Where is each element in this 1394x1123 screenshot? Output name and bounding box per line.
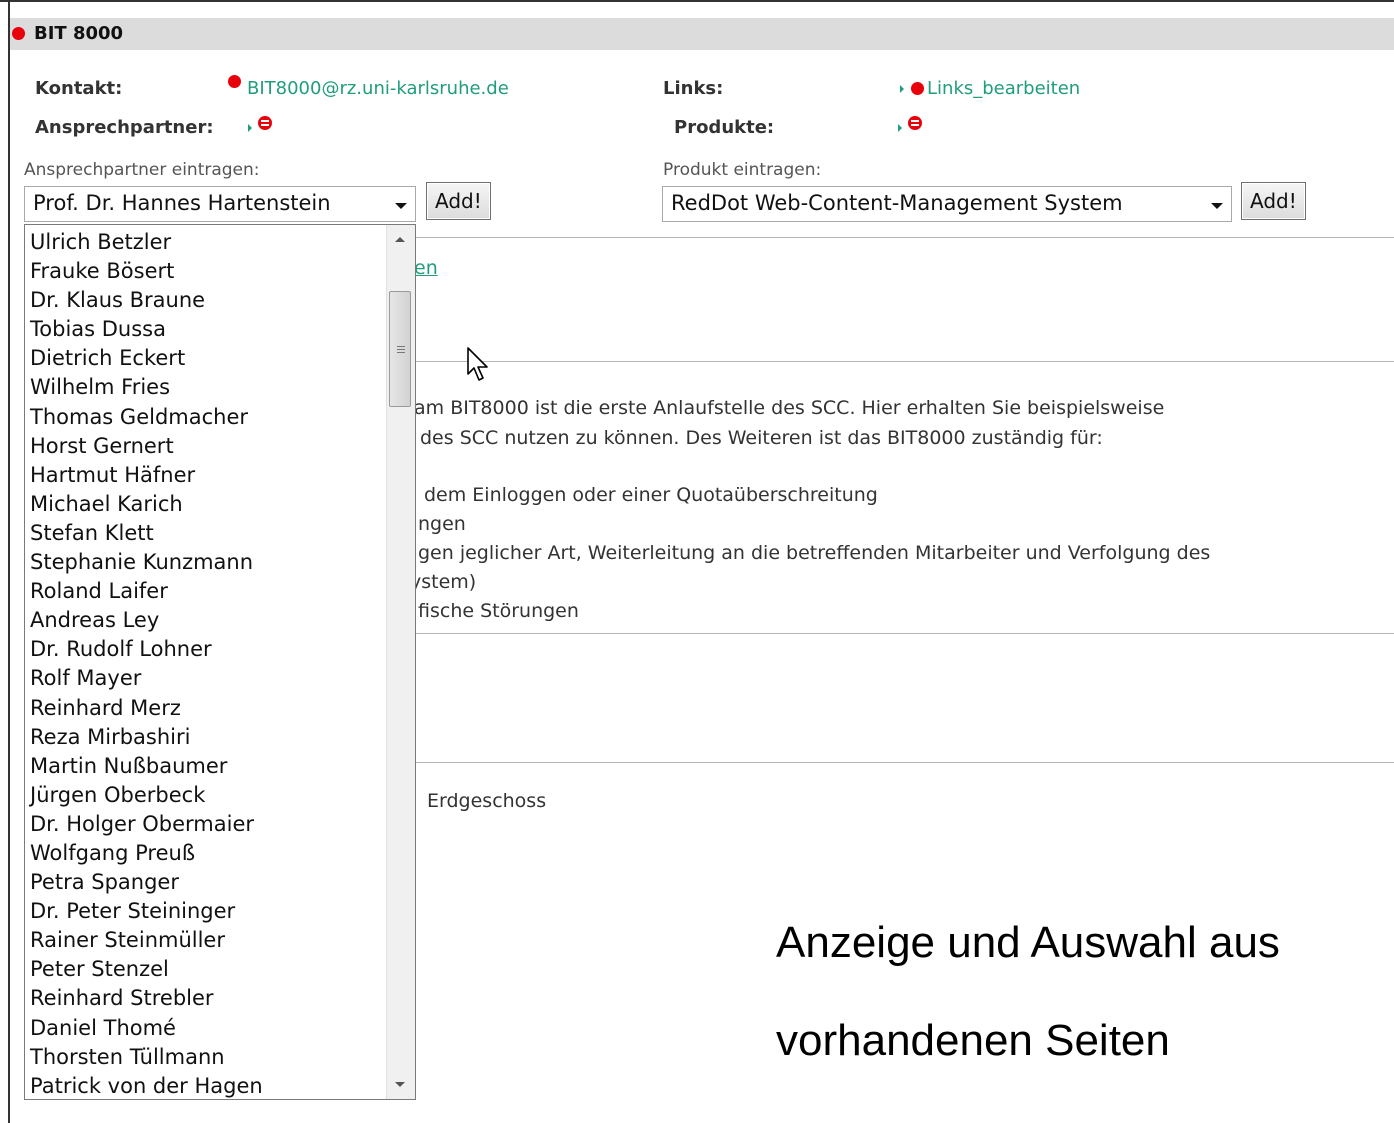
chevron-down-icon [395,203,407,209]
page-header-bar [10,18,1394,50]
list-item-text: ngen [418,513,466,535]
dropdown-option[interactable]: Thomas Geldmacher [30,403,385,432]
expand-arrow-icon[interactable] [248,124,252,132]
chevron-down-icon [1211,203,1223,209]
list-item-text: fische Störungen [418,600,579,622]
dropdown-option[interactable]: Tobias Dussa [30,315,385,344]
dropdown-option[interactable]: Reinhard Merz [30,694,385,723]
scroll-up-icon[interactable] [395,237,405,242]
edit-marker-icon[interactable] [911,82,924,95]
divider [416,361,1394,362]
location-text: Erdgeschoss [427,790,547,812]
links-label: Links: [663,78,724,99]
product-selected-value: RedDot Web-Content-Management System [671,191,1123,215]
grip-icon [397,346,405,347]
scrollbar-thumb[interactable] [389,291,411,407]
page-title: BIT 8000 [34,23,124,44]
dropdown-option[interactable]: Stefan Klett [30,519,385,548]
dropdown-option[interactable]: Michael Karich [30,490,385,519]
frame-left-border [8,0,10,1123]
dropdown-option[interactable]: Petra Spanger [30,868,385,897]
list-menu-icon[interactable] [258,116,272,130]
dropdown-option[interactable]: Dr. Peter Steininger [30,897,385,926]
partner-label: Ansprechpartner: [35,117,214,138]
dropdown-option[interactable]: Martin Nußbaumer [30,752,385,781]
dropdown-option[interactable]: Stephanie Kunzmann [30,548,385,577]
expand-arrow-icon[interactable] [898,124,902,132]
list-menu-icon[interactable] [908,116,922,130]
dropdown-option[interactable]: Dietrich Eckert [30,344,385,373]
dropdown-option[interactable]: Rolf Mayer [30,664,385,693]
content-link[interactable]: en [414,257,438,279]
list-item-text: dem Einloggen oder einer Quotaüberschrei… [424,484,878,506]
dropdown-option[interactable]: Ulrich Betzler [30,228,385,257]
dropdown-option[interactable]: Reinhard Strebler [30,984,385,1013]
add-partner-button[interactable]: Add! [426,182,491,220]
dropdown-option[interactable]: Dr. Klaus Braune [30,286,385,315]
dropdown-option[interactable]: Daniel Thomé [30,1014,385,1043]
products-label: Produkte: [674,117,775,138]
partner-dropdown-list[interactable]: Ulrich Betzler Frauke Bösert Dr. Klaus Bra… [24,224,416,1100]
dropdown-option[interactable]: Frauke Bösert [30,257,385,286]
partner-field-label: Ansprechpartner eintragen: [24,160,260,180]
add-product-button[interactable]: Add! [1241,182,1306,220]
contact-email-link[interactable]: BIT8000@rz.uni-karlsruhe.de [247,78,509,99]
dropdown-option[interactable]: Rainer Steinmüller [30,926,385,955]
dropdown-option[interactable]: Horst Gernert [30,432,385,461]
dropdown-option[interactable]: Dr. Holger Obermaier [30,810,385,839]
partner-selected-value: Prof. Dr. Hannes Hartenstein [33,191,331,215]
dropdown-option[interactable]: Dr. Rudolf Lohner [30,635,385,664]
dropdown-option[interactable]: Wolfgang Preuß [30,839,385,868]
list-item-text: gen jeglicher Art, Weiterleitung an die … [418,542,1211,564]
divider [416,237,1394,238]
dropdown-option[interactable]: Hartmut Häfner [30,461,385,490]
expand-arrow-icon[interactable] [900,85,904,93]
product-select[interactable]: RedDot Web-Content-Management System [662,186,1232,222]
dropdown-option[interactable]: Peter Stenzel [30,955,385,984]
description-text: am BIT8000 ist die erste Anlaufstelle de… [414,397,1165,419]
dropdown-option[interactable]: Reza Mirbashiri [30,723,385,752]
product-field-label: Produkt eintragen: [663,160,822,180]
dropdown-option[interactable]: Patrick von der Hagen [30,1072,385,1099]
mouse-cursor-icon [467,347,488,381]
partner-select[interactable]: Prof. Dr. Hannes Hartenstein [24,186,416,222]
dropdown-option[interactable]: Roland Laifer [30,577,385,606]
caption-line-1: Anzeige und Auswahl aus [776,918,1280,967]
dropdown-scrollbar[interactable] [386,225,415,1099]
edit-marker-icon[interactable] [12,27,25,40]
edit-marker-icon[interactable] [228,75,241,88]
dropdown-option[interactable]: Jürgen Oberbeck [30,781,385,810]
list-item-text: ystem) [410,571,477,593]
caption-line-2: vorhandenen Seiten [776,1016,1170,1065]
links-edit-link[interactable]: Links_bearbeiten [927,78,1080,99]
dropdown-option[interactable]: Andreas Ley [30,606,385,635]
contact-label: Kontakt: [35,78,123,99]
description-text: des SCC nutzen zu können. Des Weiteren i… [420,427,1103,449]
dropdown-option[interactable]: Wilhelm Fries [30,373,385,402]
scroll-down-icon[interactable] [395,1082,405,1087]
divider [416,762,1394,763]
frame-top-border [0,0,1394,2]
dropdown-option[interactable]: Thorsten Tüllmann [30,1043,385,1072]
divider [416,633,1394,634]
dropdown-options: Ulrich Betzler Frauke Bösert Dr. Klaus Bra… [30,228,385,1099]
